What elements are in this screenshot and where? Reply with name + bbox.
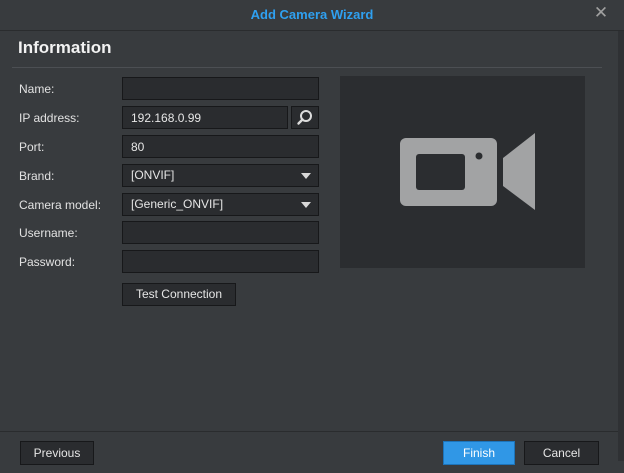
ip-address-label: IP address: bbox=[19, 111, 80, 125]
search-button[interactable] bbox=[291, 106, 319, 129]
password-label: Password: bbox=[19, 255, 76, 269]
chevron-down-icon bbox=[301, 202, 311, 208]
window-title: Add Camera Wizard bbox=[250, 7, 374, 22]
title-bar: Add Camera Wizard ✕ bbox=[0, 0, 624, 31]
username-label: Username: bbox=[19, 226, 78, 240]
previous-button[interactable]: Previous bbox=[20, 441, 94, 465]
camera-model-select-value: [Generic_ONVIF] bbox=[131, 197, 224, 211]
camera-model-select[interactable]: [Generic_ONVIF] bbox=[122, 193, 319, 216]
video-camera-icon bbox=[400, 133, 535, 210]
cancel-button[interactable]: Cancel bbox=[524, 441, 599, 465]
chevron-down-icon bbox=[301, 173, 311, 179]
port-field[interactable] bbox=[122, 135, 319, 158]
username-field[interactable] bbox=[122, 221, 319, 244]
password-field[interactable] bbox=[122, 250, 319, 273]
brand-select-value: [ONVIF] bbox=[131, 168, 175, 182]
ip-address-field[interactable] bbox=[122, 106, 288, 129]
port-label: Port: bbox=[19, 140, 45, 154]
camera-model-label: Camera model: bbox=[19, 198, 102, 212]
finish-button[interactable]: Finish bbox=[443, 441, 515, 465]
name-label: Name: bbox=[19, 82, 55, 96]
close-icon[interactable]: ✕ bbox=[592, 4, 610, 22]
test-connection-button[interactable]: Test Connection bbox=[122, 283, 236, 306]
brand-select[interactable]: [ONVIF] bbox=[122, 164, 319, 187]
footer-divider bbox=[0, 431, 618, 432]
search-icon bbox=[297, 110, 312, 125]
section-heading: Information bbox=[18, 38, 112, 57]
brand-label: Brand: bbox=[19, 169, 55, 183]
heading-divider bbox=[12, 67, 602, 68]
scrollbar-track[interactable] bbox=[618, 31, 624, 461]
camera-preview bbox=[340, 76, 585, 268]
name-field[interactable] bbox=[122, 77, 319, 100]
